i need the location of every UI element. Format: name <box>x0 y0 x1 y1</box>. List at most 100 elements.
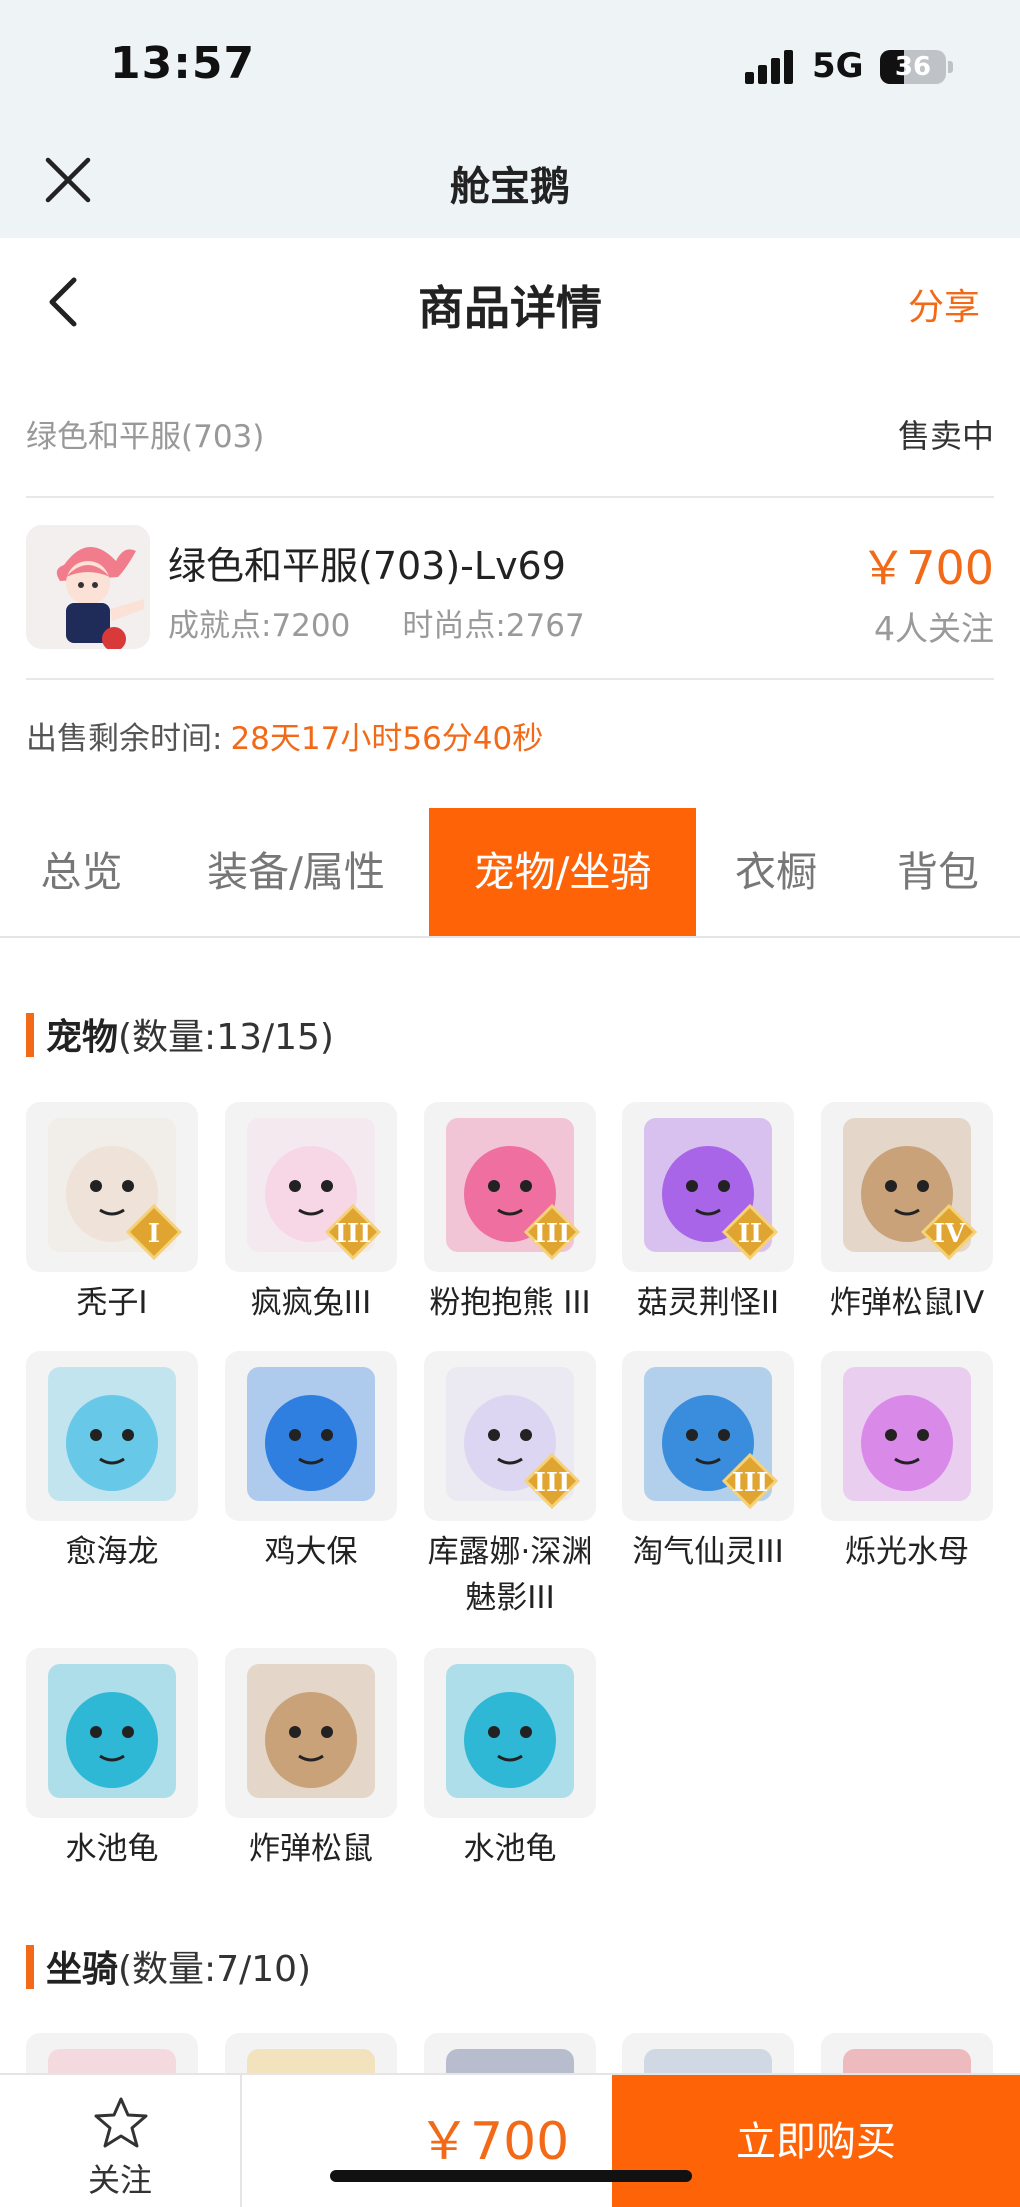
pet-name: 烁光水母 <box>845 1534 969 1570</box>
fashion-points: 时尚点:2767 <box>402 608 585 644</box>
remaining-time-label: 出售剩余时间: <box>26 721 223 757</box>
divider <box>26 496 994 498</box>
share-button[interactable]: 分享 <box>908 278 980 330</box>
pet-image: III <box>225 1102 397 1272</box>
tab-pets-mounts[interactable]: 宠物/坐骑 <box>429 808 696 936</box>
bottom-price: ￥700 <box>418 2112 570 2172</box>
kuluna-abyss-phantom-pet-icon: III <box>446 1367 581 1510</box>
pet-name: 炸弹松鼠 <box>249 1831 373 1867</box>
mount-item[interactable] <box>26 2033 198 2073</box>
pet-name: 菇灵荆怪II <box>636 1285 780 1321</box>
character-avatar-icon <box>26 525 150 649</box>
svg-text:III: III <box>534 1468 571 1498</box>
mount-item[interactable] <box>622 2033 794 2073</box>
mount-image <box>821 2033 993 2073</box>
mount-item[interactable] <box>821 2033 993 2073</box>
pet-name: 库露娜·深渊魅影III <box>427 1534 593 1616</box>
pet-item[interactable]: III 淘气仙灵III <box>622 1351 794 1575</box>
server-name: 绿色和平服(703) <box>26 419 265 455</box>
pets-section-title: 宠物(数量:13/15) <box>26 1008 334 1060</box>
remaining-time-row: 出售剩余时间: 28天17小时56分40秒 <box>26 713 543 758</box>
pet-item[interactable]: III 库露娜·深渊魅影III <box>424 1351 596 1621</box>
pool-turtle-pet-icon <box>446 1664 574 1798</box>
divider <box>26 678 994 680</box>
mount-item[interactable] <box>225 2033 397 2073</box>
battery-level: 36 <box>894 52 932 82</box>
pet-item[interactable]: II 菇灵荆怪II <box>622 1102 794 1326</box>
pet-name: 秃子I <box>76 1285 148 1321</box>
pet-item[interactable]: I 秃子I <box>26 1102 198 1326</box>
pet-item[interactable]: III 疯疯兔III <box>225 1102 397 1326</box>
mount-icon <box>446 2049 574 2073</box>
mount-image <box>26 2033 198 2073</box>
pet-name: 鸡大保 <box>264 1534 358 1570</box>
svg-text:II: II <box>738 1219 762 1249</box>
tab-wardrobe[interactable]: 衣橱 <box>696 808 856 936</box>
glowing-jellyfish-pet-icon <box>843 1367 971 1501</box>
pet-item[interactable]: 水池龟 <box>26 1648 198 1872</box>
sea-dragon-pet-icon <box>48 1367 176 1501</box>
buy-now-button[interactable]: 立即购买 <box>612 2075 1020 2207</box>
pet-item[interactable]: IV 炸弹松鼠IV <box>821 1102 993 1326</box>
mount-icon <box>644 2049 772 2073</box>
mount-image <box>622 2033 794 2073</box>
mount-image <box>225 2033 397 2073</box>
pet-item[interactable]: III 粉抱抱熊 III <box>424 1102 596 1326</box>
svg-text:III: III <box>534 1219 571 1249</box>
chicken-boss-pet-icon <box>247 1367 375 1501</box>
tab-overview[interactable]: 总览 <box>0 808 163 936</box>
pet-image <box>424 1648 596 1818</box>
tab-backpack[interactable]: 背包 <box>856 808 1020 936</box>
mounts-count: (数量:7/10) <box>118 1949 312 1990</box>
pet-image <box>26 1648 198 1818</box>
pet-image <box>225 1648 397 1818</box>
pet-item[interactable]: 愈海龙 <box>26 1351 198 1575</box>
pet-image <box>225 1351 397 1521</box>
bomb-squirrel-pet-icon: IV <box>843 1118 978 1261</box>
pet-item[interactable]: 鸡大保 <box>225 1351 397 1575</box>
pink-hug-bear-pet-icon: III <box>446 1118 581 1261</box>
mushroom-sprite-pet-icon: II <box>644 1118 779 1261</box>
pet-image: I <box>26 1102 198 1272</box>
tab-bar: 总览 装备/属性 宠物/坐骑 衣橱 背包 <box>0 808 1020 938</box>
pet-item[interactable]: 烁光水母 <box>821 1351 993 1575</box>
pet-image <box>821 1351 993 1521</box>
mount-image <box>424 2033 596 2073</box>
pet-name: 愈海龙 <box>65 1534 159 1570</box>
role-name: 绿色和平服(703)-Lv69 <box>168 544 566 588</box>
pet-item[interactable]: 水池龟 <box>424 1648 596 1872</box>
mount-icon <box>48 2049 176 2073</box>
tab-equipment[interactable]: 装备/属性 <box>163 808 429 936</box>
pet-image: III <box>424 1351 596 1521</box>
signal-icon <box>745 50 795 84</box>
status-bar: 13:57 5G 36 <box>0 0 1020 130</box>
pets-title: 宠物 <box>46 1017 119 1058</box>
svg-text:I: I <box>148 1219 160 1249</box>
svg-text:III: III <box>335 1219 372 1249</box>
mounts-section-title: 坐骑(数量:7/10) <box>26 1940 311 1992</box>
follower-count: 4人关注 <box>874 609 994 648</box>
pet-name: 水池龟 <box>65 1831 159 1867</box>
svg-text:IV: IV <box>933 1219 966 1249</box>
section-accent-bar <box>26 1013 34 1057</box>
pet-image: III <box>622 1351 794 1521</box>
achievement-points: 成就点:7200 <box>168 608 351 644</box>
pets-count: (数量:13/15) <box>118 1017 334 1058</box>
pet-name: 疯疯兔III <box>250 1285 372 1321</box>
pet-image: II <box>622 1102 794 1272</box>
remaining-time-value: 28天17小时56分40秒 <box>230 721 544 757</box>
bald-bun-pet-icon: I <box>48 1118 183 1261</box>
pet-name: 粉抱抱熊 III <box>429 1285 591 1321</box>
pet-name: 水池龟 <box>463 1831 557 1867</box>
app-bar: 舱宝鹅 <box>0 130 1020 238</box>
follow-button[interactable]: 关注 <box>0 2075 242 2207</box>
product-price: ￥700 <box>860 541 994 595</box>
crazy-rabbit-pet-icon: III <box>247 1118 382 1261</box>
bottom-action-bar: 关注 ￥700 立即购买 <box>0 2073 1020 2207</box>
mount-icon <box>843 2049 971 2073</box>
bomb-squirrel-pet-icon <box>247 1664 375 1798</box>
mounts-title: 坐骑 <box>46 1949 119 1990</box>
pet-item[interactable]: 炸弹松鼠 <box>225 1648 397 1872</box>
mount-item[interactable] <box>424 2033 596 2073</box>
pet-image: IV <box>821 1102 993 1272</box>
